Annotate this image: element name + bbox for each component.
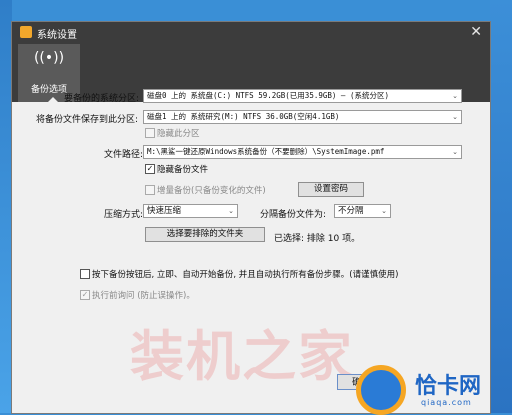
- source-partition-label: 要备份的系统分区:: [64, 94, 140, 104]
- chevron-down-icon: ⌄: [228, 207, 234, 215]
- target-partition-label: 将备份文件保存到此分区:: [36, 115, 139, 125]
- chevron-down-icon: ⌄: [452, 148, 458, 156]
- source-partition-value: 磁盘0 上的 系统盘(C:) NTFS 59.2GB(已用35.9GB) — (…: [147, 91, 389, 100]
- file-path-label: 文件路径:: [104, 150, 144, 160]
- incremental-backup-label: 增量备份(只备份变化的文件): [157, 186, 266, 196]
- split-value: 不分隔: [338, 206, 364, 216]
- exclude-folders-button[interactable]: 选择要排除的文件夹: [145, 227, 265, 242]
- title-bar: 系统设置 ✕: [12, 22, 490, 44]
- auto-backup-label: 按下备份按钮后, 立即、自动开始备份, 并且自动执行所有备份步骤。(请谨慎使用): [92, 270, 399, 280]
- incremental-backup-checkbox[interactable]: [145, 185, 155, 195]
- watermark: 装机之家: [130, 325, 354, 388]
- app-icon: [20, 26, 32, 38]
- settings-window: 系统设置 ✕ ((•)) 备份选项 要备份的系统分区: 磁盘0 上的 系统盘(C…: [12, 22, 490, 413]
- chevron-down-icon: ⌄: [452, 92, 458, 100]
- window-title: 系统设置: [37, 30, 77, 41]
- site-logo-url: qiaqa.com: [421, 398, 472, 407]
- broadcast-icon: ((•)): [33, 50, 65, 66]
- target-partition-select[interactable]: 磁盘1 上的 系统研究(M:) NTFS 36.0GB(空闲4.1GB) ⌄: [143, 110, 462, 124]
- auto-backup-checkbox[interactable]: [80, 269, 90, 279]
- compression-value: 快速压缩: [147, 206, 182, 216]
- desktop-background-right: [490, 0, 512, 413]
- hide-backup-file-checkbox[interactable]: ✓: [145, 164, 155, 174]
- split-select[interactable]: 不分隔 ⌄: [334, 204, 391, 218]
- file-path-input[interactable]: M:\黑鲨一键还原Windows系统备份（不要删除）\SystemImage.p…: [143, 145, 462, 159]
- selected-count-text: 已选择: 排除 10 项。: [274, 234, 361, 244]
- set-password-button[interactable]: 设置密码: [298, 182, 364, 197]
- compression-label: 压缩方式:: [104, 210, 144, 220]
- hide-partition-label: 隐藏此分区: [157, 129, 200, 139]
- confirm-before-checkbox[interactable]: ✓: [80, 290, 90, 300]
- source-partition-select[interactable]: 磁盘0 上的 系统盘(C:) NTFS 59.2GB(已用35.9GB) — (…: [143, 89, 462, 103]
- chevron-down-icon: ⌄: [452, 113, 458, 121]
- file-path-value: M:\黑鲨一键还原Windows系统备份（不要删除）\SystemImage.p…: [147, 147, 385, 156]
- hide-backup-file-label: 隐藏备份文件: [157, 165, 209, 175]
- compression-select[interactable]: 快速压缩 ⌄: [143, 204, 238, 218]
- chevron-down-icon: ⌄: [381, 207, 387, 215]
- confirm-before-label: 执行前询问 (防止误操作)。: [92, 291, 195, 301]
- desktop-background-left: [0, 0, 12, 413]
- target-partition-value: 磁盘1 上的 系统研究(M:) NTFS 36.0GB(空闲4.1GB): [147, 112, 340, 121]
- close-icon[interactable]: ✕: [470, 24, 482, 40]
- site-logo-icon: [356, 365, 406, 415]
- tab-indicator: [48, 97, 58, 102]
- split-label: 分隔备份文件为:: [260, 210, 327, 220]
- site-logo-text: 恰卡网: [415, 374, 482, 399]
- hide-partition-checkbox[interactable]: [145, 128, 155, 138]
